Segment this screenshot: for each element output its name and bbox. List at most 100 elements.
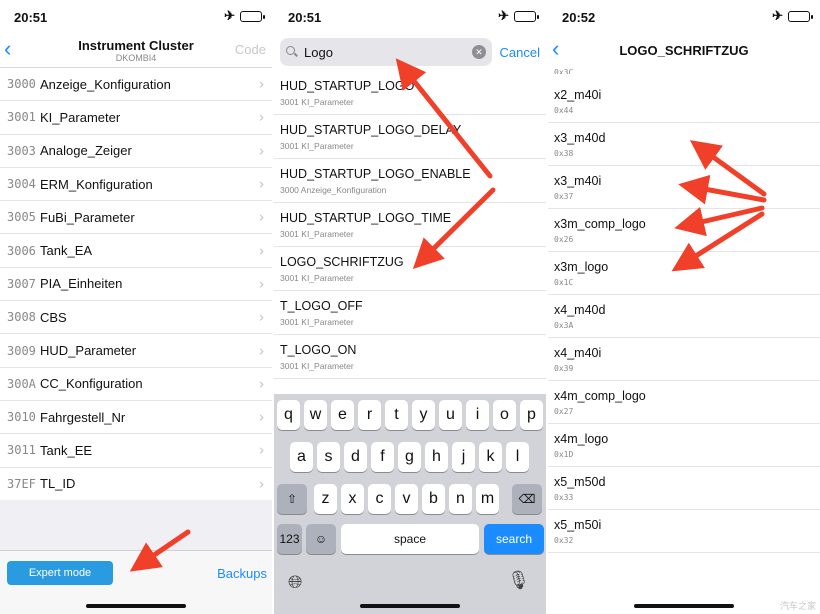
battery-icon — [788, 10, 813, 22]
key-u[interactable]: u — [439, 400, 462, 430]
key-b[interactable]: b — [422, 484, 445, 514]
module-row[interactable]: 3004 ERM_Konfiguration › — [0, 168, 272, 202]
search-icon — [286, 46, 298, 58]
status-time: 20:51 — [288, 10, 322, 25]
microphone-icon[interactable]: 🎙︎ — [507, 570, 530, 591]
option-name: x2_m40i — [554, 88, 602, 102]
module-code: 3006 — [7, 243, 36, 258]
page-title: Instrument Cluster — [78, 38, 194, 53]
key-h[interactable]: h — [425, 442, 448, 472]
key-n[interactable]: n — [449, 484, 472, 514]
nav-bar: ‹ LOGO_SCHRIFTZUG — [548, 34, 820, 68]
cancel-button[interactable]: Cancel — [500, 45, 540, 60]
chevron-right-icon: › — [259, 408, 264, 426]
module-name: KI_Parameter — [40, 109, 121, 125]
key-g[interactable]: g — [398, 442, 421, 472]
key-d[interactable]: d — [344, 442, 367, 472]
key-s[interactable]: s — [317, 442, 340, 472]
search-result-row[interactable]: HUD_STARTUP_LOGO_TIME 3001 KI_Parameter — [274, 203, 546, 247]
module-name: PIA_Einheiten — [40, 276, 123, 292]
key-c[interactable]: c — [368, 484, 391, 514]
shift-key[interactable]: ⇧ — [277, 484, 307, 514]
key-w[interactable]: w — [304, 400, 327, 430]
space-key[interactable]: space — [341, 524, 479, 554]
search-input[interactable]: Logo ✕ — [280, 38, 492, 66]
key-o[interactable]: o — [493, 400, 516, 430]
key-i[interactable]: i — [466, 400, 489, 430]
key-x[interactable]: x — [341, 484, 364, 514]
option-row[interactable]: x3m_comp_logo 0x26 — [548, 209, 820, 252]
bottom-toolbar: Expert mode Backups — [0, 550, 272, 614]
page-title: LOGO_SCHRIFTZUG — [619, 43, 749, 58]
battery-icon — [240, 10, 265, 22]
globe-icon[interactable]: 🌐︎ — [288, 572, 302, 593]
search-result-row[interactable]: T_LOGO_OFF 3001 KI_Parameter — [274, 291, 546, 335]
delete-key[interactable]: ⌫ — [512, 484, 542, 514]
search-result-row[interactable]: LOGO_SCHRIFTZUG 3001 KI_Parameter — [274, 247, 546, 291]
key-k[interactable]: k — [479, 442, 502, 472]
search-result-row[interactable]: HUD_STARTUP_LOGO_DELAY 3001 KI_Parameter — [274, 115, 546, 159]
option-row[interactable]: x4m_comp_logo 0x27 — [548, 381, 820, 424]
option-hex: 0x1D — [554, 450, 574, 459]
key-j[interactable]: j — [452, 442, 475, 472]
module-row[interactable]: 3009 HUD_Parameter › — [0, 334, 272, 368]
option-row[interactable]: x3_m40d 0x38 — [548, 123, 820, 166]
chevron-right-icon: › — [259, 208, 264, 226]
code-button[interactable]: Code — [235, 42, 266, 57]
option-row[interactable]: x5_m50d 0x33 — [548, 467, 820, 510]
key-l[interactable]: l — [506, 442, 529, 472]
option-row[interactable]: x4_m40i 0x39 — [548, 338, 820, 381]
module-row[interactable]: 3008 CBS › — [0, 301, 272, 335]
module-row[interactable]: 3005 FuBi_Parameter › — [0, 201, 272, 235]
module-name: Analoge_Zeiger — [40, 143, 132, 159]
module-row[interactable]: 3000 Anzeige_Konfiguration › — [0, 68, 272, 102]
option-name: x3_m40d — [554, 131, 606, 145]
search-key[interactable]: search — [484, 524, 544, 554]
search-result-row[interactable]: HUD_STARTUP_LOGO_ENABLE 3000 Anzeige_Konf… — [274, 159, 546, 203]
numbers-key[interactable]: 123 — [277, 524, 302, 554]
option-hex: 0x26 — [554, 235, 574, 244]
key-a[interactable]: a — [290, 442, 313, 472]
module-row[interactable]: 3011 Tank_EE › — [0, 434, 272, 468]
status-icons: ✈ — [498, 8, 539, 24]
emoji-key[interactable]: ☺ — [306, 524, 336, 554]
module-code: 3010 — [7, 410, 36, 425]
module-list: 3000 Anzeige_Konfiguration › 3001 KI_Paramet… — [0, 68, 272, 501]
module-row[interactable]: 300A CC_Konfiguration › — [0, 368, 272, 401]
module-name: TL_ID — [40, 476, 76, 492]
key-f[interactable]: f — [371, 442, 394, 472]
option-hex: 0x1C — [554, 278, 574, 287]
module-row[interactable]: 3007 PIA_Einheiten › — [0, 268, 272, 302]
key-p[interactable]: p — [520, 400, 543, 430]
result-name: T_LOGO_OFF — [280, 299, 363, 313]
module-row[interactable]: 3001 KI_Parameter › — [0, 101, 272, 135]
module-name: FuBi_Parameter — [40, 209, 135, 225]
backups-button[interactable]: Backups — [217, 566, 267, 581]
module-code: 3005 — [7, 210, 36, 225]
module-code: 37EF — [7, 476, 36, 491]
option-row[interactable]: x2_m40i 0x44 — [548, 80, 820, 123]
option-row[interactable]: x4_m40d 0x3A — [548, 295, 820, 338]
search-result-row[interactable]: T_LOGO_ON 3001 KI_Parameter — [274, 335, 546, 379]
expert-mode-button[interactable]: Expert mode — [7, 561, 113, 585]
key-y[interactable]: y — [412, 400, 435, 430]
key-q[interactable]: q — [277, 400, 300, 430]
module-row[interactable]: 3006 Tank_EA › — [0, 234, 272, 268]
key-r[interactable]: r — [358, 400, 381, 430]
option-row[interactable]: x4m_logo 0x1D — [548, 424, 820, 467]
option-row[interactable]: x5_m50i 0x32 — [548, 510, 820, 553]
key-v[interactable]: v — [395, 484, 418, 514]
search-input-value: Logo — [304, 44, 333, 60]
search-result-row[interactable]: HUD_STARTUP_LOGO 3001 KI_Parameter — [274, 71, 546, 115]
key-z[interactable]: z — [314, 484, 337, 514]
module-row[interactable]: 3003 Analoge_Zeiger › — [0, 135, 272, 168]
option-name: x4_m40i — [554, 346, 602, 360]
clear-icon[interactable]: ✕ — [472, 45, 486, 59]
key-m[interactable]: m — [476, 484, 499, 514]
key-e[interactable]: e — [331, 400, 354, 430]
option-row[interactable]: x3m_logo 0x1C — [548, 252, 820, 295]
module-row[interactable]: 3010 Fahrgestell_Nr › — [0, 401, 272, 435]
key-t[interactable]: t — [385, 400, 408, 430]
option-row[interactable]: x3_m40i 0x37 — [548, 166, 820, 209]
module-row[interactable]: 37EF TL_ID › — [0, 468, 272, 501]
